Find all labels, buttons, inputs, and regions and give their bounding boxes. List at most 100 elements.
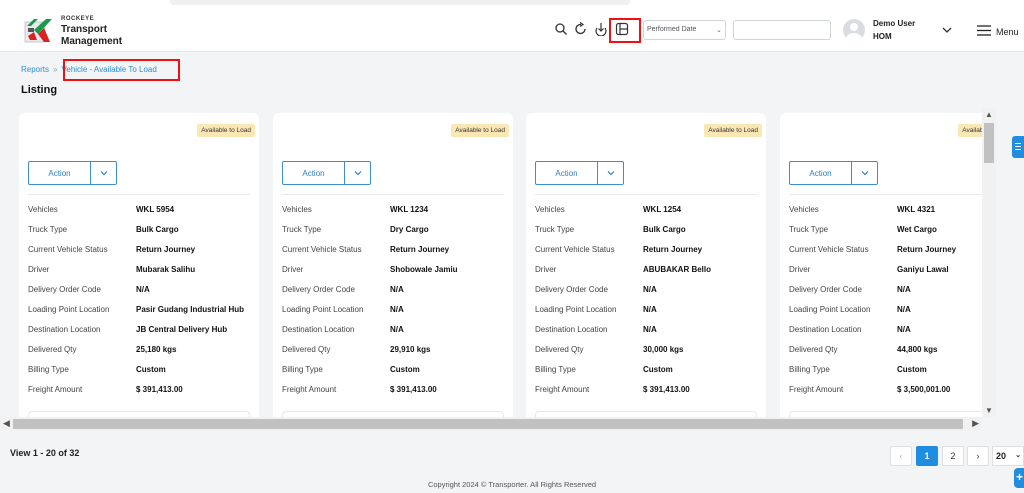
detail-row-loading-point: Loading Point Location N/A	[535, 305, 765, 325]
detail-label: Current Vehicle Status	[535, 245, 615, 254]
page-button-1[interactable]: 1	[916, 446, 938, 466]
detail-row-freight-amount: Freight Amount $ 3,500,001.00	[789, 385, 982, 405]
detail-label: Freight Amount	[28, 385, 83, 394]
scroll-up-icon[interactable]: ▲	[985, 110, 993, 119]
detail-value: $ 391,413.00	[643, 385, 690, 394]
date-filter-select[interactable]: Performed Date ⌄	[643, 20, 726, 40]
scroll-right-icon[interactable]: ▶	[972, 418, 979, 429]
download-button[interactable]	[594, 22, 608, 36]
action-dropdown[interactable]: Action	[535, 161, 624, 185]
detail-row-billing-type: Billing Type Custom	[789, 365, 982, 385]
detail-label: Vehicles	[28, 205, 58, 214]
detail-row-delivered-qty: Delivered Qty 44,800 kgs	[789, 345, 982, 365]
user-menu-chevron-icon[interactable]	[941, 24, 953, 36]
breadcrumb-reports-link[interactable]: Reports	[21, 65, 49, 74]
detail-value: N/A	[897, 285, 911, 294]
user-name[interactable]: Demo User	[873, 19, 915, 28]
search-input[interactable]	[733, 20, 831, 40]
detail-label: Driver	[789, 265, 811, 274]
detail-value: Mubarak Salihu	[136, 265, 196, 274]
page-button-2[interactable]: 2	[942, 446, 964, 466]
action-toggle-button[interactable]	[345, 162, 370, 184]
scroll-down-icon[interactable]: ▼	[985, 406, 993, 415]
action-button[interactable]: Action	[790, 162, 852, 184]
action-dropdown[interactable]: Action	[28, 161, 117, 185]
detail-value: WKL 1234	[390, 205, 429, 214]
search-button[interactable]	[554, 22, 568, 36]
detail-label: Truck Type	[789, 225, 829, 234]
horizontal-scroll-thumb[interactable]	[13, 419, 963, 429]
brand-line-1: Transport	[61, 24, 108, 35]
detail-label: Delivered Qty	[535, 345, 584, 354]
horizontal-scrollbar[interactable]: ◀ ▶	[0, 417, 982, 431]
detail-value: N/A	[897, 305, 911, 314]
detail-value: Custom	[390, 365, 420, 374]
detail-value: Return Journey	[390, 245, 450, 254]
page-title: Listing	[21, 84, 58, 96]
detail-row-vehicles: Vehicles WKL 1254	[535, 205, 765, 225]
detail-value: 25,180 kgs	[136, 345, 177, 354]
detail-value: N/A	[390, 285, 404, 294]
card-details: Vehicles WKL 1254 Truck Type Bulk Cargo Curr…	[535, 205, 765, 405]
detail-value: Dry Cargo	[390, 225, 429, 234]
brand-line-2: Management	[61, 36, 123, 47]
card-details: Vehicles WKL 5954 Truck Type Bulk Cargo Curr…	[28, 205, 258, 405]
detail-value: N/A	[643, 285, 657, 294]
detail-row-current-status: Current Vehicle Status Return Journey	[789, 245, 982, 265]
detail-row-truck-type: Truck Type Bulk Cargo	[28, 225, 258, 245]
detail-row-current-status: Current Vehicle Status Return Journey	[282, 245, 512, 265]
detail-label: Billing Type	[28, 365, 69, 374]
action-dropdown[interactable]: Action	[282, 161, 371, 185]
browser-strip	[170, 0, 630, 5]
page-size-select[interactable]: 20 ⌄	[992, 446, 1024, 466]
card-divider	[535, 194, 757, 195]
vehicle-card: Available to Load Action Vehicles WKL 595…	[19, 113, 259, 417]
menu-label[interactable]: Menu	[996, 27, 1019, 37]
detail-value: Pasir Gudang Industrial Hub	[136, 305, 245, 314]
detail-row-freight-amount: Freight Amount $ 391,413.00	[535, 385, 765, 405]
card-divider	[28, 194, 250, 195]
detail-value: WKL 1254	[643, 205, 682, 214]
detail-row-billing-type: Billing Type Custom	[535, 365, 765, 385]
action-toggle-button[interactable]	[598, 162, 623, 184]
action-button[interactable]: Action	[283, 162, 345, 184]
detail-value: Return Journey	[897, 245, 957, 254]
detail-value: Return Journey	[136, 245, 196, 254]
detail-row-vehicles: Vehicles WKL 4321	[789, 205, 982, 225]
action-toggle-button[interactable]	[852, 162, 877, 184]
hamburger-icon[interactable]	[977, 25, 991, 36]
vertical-scroll-thumb[interactable]	[984, 123, 994, 163]
breadcrumb-separator: »	[53, 65, 58, 74]
cards-container: Available to Load Action Vehicles WKL 595…	[0, 108, 982, 417]
detail-value: 30,000 kgs	[643, 345, 684, 354]
action-dropdown[interactable]: Action	[789, 161, 878, 185]
card-details: Vehicles WKL 1234 Truck Type Dry Cargo Curre…	[282, 205, 512, 405]
scroll-left-icon[interactable]: ◀	[3, 418, 10, 429]
action-button[interactable]: Action	[29, 162, 91, 184]
detail-row-delivery-order-code: Delivery Order Code N/A	[535, 285, 765, 305]
prev-page-button[interactable]: ‹	[890, 446, 912, 466]
copyright: Copyright 2024 © Transporter. All Rights…	[427, 480, 597, 489]
status-badge: Available to Load	[704, 124, 762, 137]
detail-label: Vehicles	[789, 205, 819, 214]
avatar[interactable]	[843, 19, 865, 41]
refresh-button[interactable]	[574, 22, 588, 36]
detail-value: WKL 5954	[136, 205, 175, 214]
action-button[interactable]: Action	[536, 162, 598, 184]
detail-value: Ganiyu Lawal	[897, 265, 949, 274]
detail-row-loading-point: Loading Point Location Pasir Gudang Indus…	[28, 305, 258, 325]
vertical-scrollbar[interactable]: ▲ ▼	[982, 108, 996, 417]
next-page-button[interactable]: ›	[967, 446, 989, 466]
detail-row-destination: Destination Location N/A	[789, 325, 982, 345]
detail-value: $ 391,413.00	[136, 385, 183, 394]
detail-label: Driver	[535, 265, 557, 274]
detail-value: N/A	[390, 305, 404, 314]
action-toggle-button[interactable]	[91, 162, 116, 184]
side-panel-toggle-icon[interactable]	[1012, 136, 1024, 158]
detail-row-delivered-qty: Delivered Qty 29,910 kgs	[282, 345, 512, 365]
detail-row-truck-type: Truck Type Wet Cargo	[789, 225, 982, 245]
detail-label: Loading Point Location	[535, 305, 617, 314]
top-bar: ROCKEYE Transport Management Performed D…	[0, 0, 1024, 52]
detail-label: Delivery Order Code	[789, 285, 862, 294]
detail-row-freight-amount: Freight Amount $ 391,413.00	[28, 385, 258, 405]
